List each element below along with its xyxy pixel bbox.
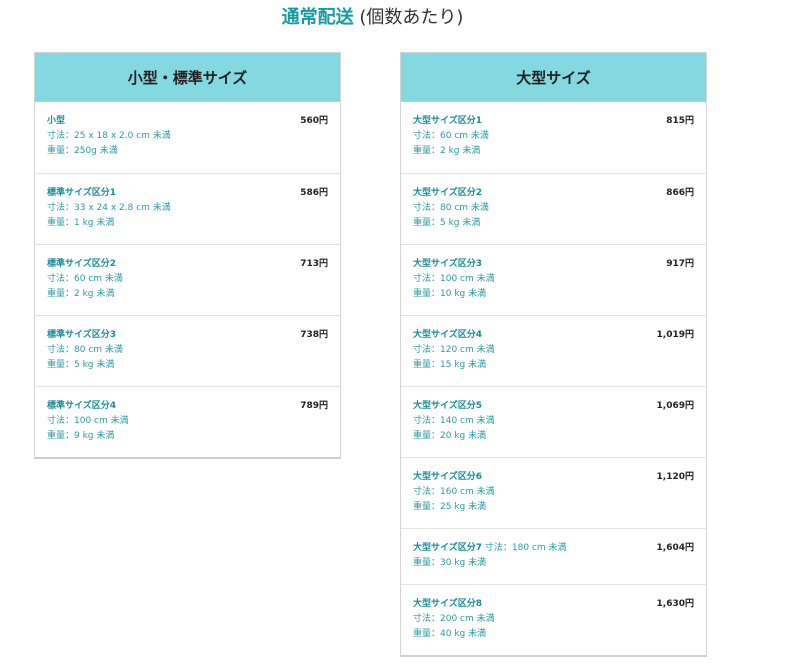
rate-row: 大型サイズ区分5 寸法：140 cm 未満 重量：20 kg 未満 1,069円 (401, 386, 706, 457)
rate-weight: 重量：25 kg 未満 (413, 502, 487, 512)
rate-weight: 重量：9 kg 未満 (47, 431, 115, 441)
rate-dimensions: 寸法：80 cm 未満 (413, 203, 489, 213)
rate-name: 大型サイズ区分7 (413, 543, 482, 553)
rate-weight: 重量：20 kg 未満 (413, 431, 487, 441)
title-rest: (個数あたり) (359, 7, 464, 28)
rate-row: 標準サイズ区分1 寸法：33 x 24 x 2.8 cm 未満 重量：1 kg … (35, 173, 340, 244)
rate-price: 586円 (300, 188, 328, 198)
rate-list: 大型サイズ区分1 寸法：60 cm 未満 重量：2 kg 未満 815円 大型サ… (401, 102, 706, 655)
rate-name: 大型サイズ区分2 (413, 188, 482, 198)
rate-weight: 重量：1 kg 未満 (47, 218, 115, 228)
rate-weight: 重量：10 kg 未満 (413, 289, 487, 299)
rate-dimensions: 寸法：100 cm 未満 (413, 274, 495, 284)
rate-row: 大型サイズ区分8 寸法：200 cm 未満 重量：40 kg 未満 1,630円 (401, 584, 706, 655)
rate-price: 917円 (666, 259, 694, 269)
rate-name: 小型 (47, 116, 66, 126)
rate-list: 小型 寸法：25 x 18 x 2.0 cm 未満 重量：250g 未満 560… (35, 102, 340, 457)
rate-weight: 重量：2 kg 未満 (47, 289, 115, 299)
rate-weight: 重量：2 kg 未満 (413, 146, 481, 156)
panel-header: 小型・標準サイズ (35, 53, 340, 102)
rate-weight: 重量：15 kg 未満 (413, 360, 487, 370)
rate-price: 713円 (300, 259, 328, 269)
rate-row: 大型サイズ区分3 寸法：100 cm 未満 重量：10 kg 未満 917円 (401, 244, 706, 315)
rate-dimensions: 寸法：60 cm 未満 (413, 131, 489, 141)
rate-price: 866円 (666, 188, 694, 198)
rate-name: 大型サイズ区分8 (413, 599, 482, 609)
rate-price: 1,120円 (656, 472, 694, 482)
rate-weight: 重量：40 kg 未満 (413, 629, 487, 639)
rate-name: 大型サイズ区分3 (413, 259, 482, 269)
rate-weight: 重量：5 kg 未満 (413, 218, 481, 228)
rate-name: 標準サイズ区分3 (47, 330, 116, 340)
rate-price: 815円 (666, 116, 694, 126)
large-size-panel: 大型サイズ 大型サイズ区分1 寸法：60 cm 未満 重量：2 kg 未満 81… (400, 52, 707, 657)
rate-dimensions: 寸法：100 cm 未満 (47, 416, 129, 426)
rate-weight: 重量：250g 未満 (47, 146, 118, 156)
rate-row: 大型サイズ区分1 寸法：60 cm 未満 重量：2 kg 未満 815円 (401, 102, 706, 173)
rate-dimensions: 寸法：160 cm 未満 (413, 487, 495, 497)
rate-dimensions: 寸法：33 x 24 x 2.8 cm 未満 (47, 203, 171, 213)
rate-name: 大型サイズ区分1 (413, 116, 482, 126)
rate-row: 標準サイズ区分2 寸法：60 cm 未満 重量：2 kg 未満 713円 (35, 244, 340, 315)
rate-name: 標準サイズ区分4 (47, 401, 116, 411)
rate-row: 標準サイズ区分4 寸法：100 cm 未満 重量：9 kg 未満 789円 (35, 386, 340, 457)
rate-price: 1,630円 (656, 599, 694, 609)
rate-dimensions: 寸法：200 cm 未満 (413, 614, 495, 624)
rate-row: 大型サイズ区分4 寸法：120 cm 未満 重量：15 kg 未満 1,019円 (401, 315, 706, 386)
page-title: 通常配送 (個数あたり) (0, 6, 745, 30)
rate-price: 560円 (300, 116, 328, 126)
rate-weight: 重量：30 kg 未満 (413, 558, 487, 568)
rate-name-line: 大型サイズ区分7 寸法：180 cm 未満 (413, 541, 694, 556)
title-accent: 通常配送 (281, 7, 354, 28)
rate-weight: 重量：5 kg 未満 (47, 360, 115, 370)
rate-dimensions: 寸法：60 cm 未満 (47, 274, 123, 284)
rate-price: 1,019円 (656, 330, 694, 340)
rate-price: 1,069円 (656, 401, 694, 411)
rate-price: 1,604円 (656, 543, 694, 553)
rate-dimensions: 寸法：120 cm 未満 (413, 345, 495, 355)
rate-row: 大型サイズ区分2 寸法：80 cm 未満 重量：5 kg 未満 866円 (401, 173, 706, 244)
rate-name: 大型サイズ区分6 (413, 472, 482, 482)
small-standard-panel: 小型・標準サイズ 小型 寸法：25 x 18 x 2.0 cm 未満 重量：25… (34, 52, 341, 459)
rate-name: 大型サイズ区分4 (413, 330, 482, 340)
rate-dimensions: 寸法：180 cm 未満 (484, 543, 567, 553)
rate-row: 小型 寸法：25 x 18 x 2.0 cm 未満 重量：250g 未満 560… (35, 102, 340, 173)
rate-row: 大型サイズ区分7 寸法：180 cm 未満 重量：30 kg 未満 1,604円 (401, 528, 706, 584)
rate-dimensions: 寸法：25 x 18 x 2.0 cm 未満 (47, 131, 171, 141)
rate-name: 標準サイズ区分1 (47, 188, 116, 198)
rate-name: 大型サイズ区分5 (413, 401, 482, 411)
rate-price: 789円 (300, 401, 328, 411)
rate-name: 標準サイズ区分2 (47, 259, 116, 269)
panel-header: 大型サイズ (401, 53, 706, 102)
rate-price: 738円 (300, 330, 328, 340)
rate-row: 標準サイズ区分3 寸法：80 cm 未満 重量：5 kg 未満 738円 (35, 315, 340, 386)
rate-row: 大型サイズ区分6 寸法：160 cm 未満 重量：25 kg 未満 1,120円 (401, 457, 706, 528)
rate-dimensions: 寸法：80 cm 未満 (47, 345, 123, 355)
rate-dimensions: 寸法：140 cm 未満 (413, 416, 495, 426)
